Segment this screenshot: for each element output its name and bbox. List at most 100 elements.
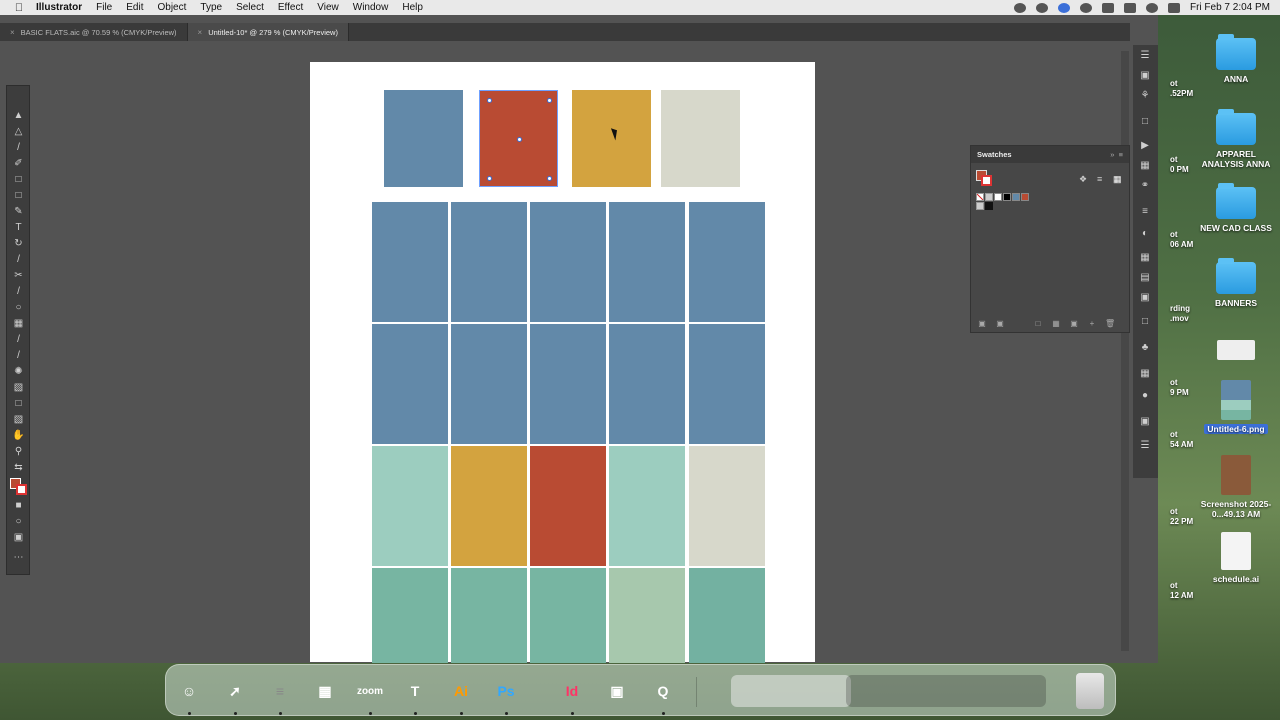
pen-tool-icon[interactable]: ✐ [12, 158, 25, 170]
desktop-folder-anna[interactable]: ANNA [1196, 34, 1276, 84]
desktop-screenshot[interactable]: Screenshot 2025-0...49.13 AM [1196, 455, 1276, 519]
graphic-styles-icon[interactable]: □ [1139, 317, 1151, 327]
dock-photoshop[interactable]: Ps [488, 673, 524, 709]
layers-icon[interactable]: ☰ [1139, 441, 1151, 451]
rectangle-tool-icon[interactable]: □ [12, 174, 25, 186]
grid-color-block[interactable] [451, 324, 527, 444]
actions-icon[interactable]: ▶ [1139, 141, 1151, 151]
dock-safari[interactable]: ➚ [217, 673, 253, 709]
more-tools-icon[interactable]: ⋯ [12, 552, 25, 564]
menu-app-name[interactable]: Illustrator [26, 2, 89, 13]
menu-select[interactable]: Select [229, 2, 271, 13]
color-swatch[interactable] [994, 193, 1002, 201]
blend-tool-icon[interactable]: / [12, 350, 25, 362]
color-swatch[interactable] [1021, 193, 1029, 201]
dock-recent-thumbnails[interactable] [731, 675, 851, 707]
close-tab-icon[interactable]: × [10, 28, 15, 37]
swatch-libraries-icon[interactable]: ▣ [977, 320, 987, 328]
slice-tool-icon[interactable]: ▧ [12, 414, 25, 426]
color-swatch[interactable] [1012, 193, 1020, 201]
grid-color-block[interactable] [372, 202, 448, 322]
close-tab-icon[interactable]: × [198, 28, 203, 37]
eraser-tool-icon[interactable]: / [12, 286, 25, 298]
grid-color-block[interactable] [530, 202, 606, 322]
add-swatch-group-icon[interactable]: ▣ [995, 320, 1005, 328]
record-icon[interactable] [1013, 2, 1026, 13]
zoom-status-icon[interactable] [1057, 2, 1070, 13]
dock-calculator[interactable]: ▦ [307, 673, 343, 709]
creative-cloud-icon[interactable] [1035, 2, 1048, 13]
clock[interactable]: Fri Feb 7 2:04 PM [1190, 2, 1270, 13]
menu-window[interactable]: Window [346, 2, 396, 13]
export-icon[interactable]: ▣ [1139, 417, 1151, 427]
dock-minimized-windows[interactable] [846, 675, 1046, 707]
drawing-mode-icon[interactable]: ○ [12, 516, 25, 528]
new-color-group-icon[interactable]: ▣ [1069, 320, 1079, 328]
grid-color-block[interactable] [372, 446, 448, 566]
free-transform-tool-icon[interactable]: ▦ [12, 318, 25, 330]
screen-mode-icon[interactable]: ▣ [12, 532, 25, 544]
tab-basic-flats[interactable]: × BASIC FLATS.aic @ 70.59 % (CMYK/Previe… [0, 23, 188, 41]
color-swatch-rect[interactable] [384, 90, 463, 187]
grid-color-block[interactable] [451, 568, 527, 663]
show-kinds-icon[interactable]: ❖ [1079, 174, 1089, 184]
dock-preview[interactable]: ▣ [599, 673, 635, 709]
desktop-folder-banners[interactable]: BANNERS [1196, 258, 1276, 308]
type-tool-icon[interactable]: T [12, 222, 25, 234]
selection-tool-icon[interactable]: ▲ [12, 110, 25, 122]
links-icon[interactable]: ⚭ [1139, 181, 1151, 191]
panel-stroke-swatch[interactable] [981, 175, 992, 186]
graph-tool-icon[interactable]: ▧ [12, 382, 25, 394]
stroke-color-swatch[interactable] [16, 484, 27, 495]
desktop-image-shoes[interactable] [1196, 340, 1276, 364]
desktop-folder-apparel[interactable]: APPAREL ANALYSIS ANNA [1196, 109, 1276, 169]
brush-tool-icon[interactable]: / [12, 254, 25, 266]
menu-effect[interactable]: Effect [271, 2, 310, 13]
artboards-icon[interactable]: □ [1139, 117, 1151, 127]
menu-type[interactable]: Type [193, 2, 229, 13]
swatch-options-icon[interactable]: □ [1033, 320, 1043, 328]
direct-selection-tool-icon[interactable]: △ [12, 126, 25, 138]
blob-tool-icon[interactable]: ○ [12, 302, 25, 314]
dock-teams[interactable]: T [397, 673, 433, 709]
symbols-icon[interactable]: ♣ [1139, 343, 1151, 353]
grid-color-block[interactable] [372, 324, 448, 444]
dock-zoom[interactable]: zoom [352, 673, 388, 709]
dock-indesign[interactable]: Id [554, 673, 590, 709]
pencil-tool-icon[interactable]: ✎ [12, 206, 25, 218]
grid-color-block[interactable] [451, 446, 527, 566]
align-icon[interactable]: ▦ [1139, 253, 1151, 263]
dock-finder[interactable]: ☺ [171, 673, 207, 709]
grid-color-block[interactable] [689, 568, 765, 663]
tab-untitled-10[interactable]: × Untitled-10* @ 279 % (CMYK/Preview) [187, 23, 349, 41]
menu-view[interactable]: View [310, 2, 346, 13]
grid-color-block[interactable] [609, 324, 685, 444]
battery-icon[interactable] [1101, 2, 1114, 13]
menu-file[interactable]: File [89, 2, 119, 13]
desktop-folder-new-cad[interactable]: NEW CAD CLASS [1196, 183, 1276, 233]
eyedropper-tool-icon[interactable]: / [12, 334, 25, 346]
grid-color-block[interactable] [372, 568, 448, 663]
stroke-panel-icon[interactable]: ≡ [1139, 207, 1151, 217]
swatch-group-icon[interactable] [976, 202, 984, 210]
grid-color-block[interactable] [530, 446, 606, 566]
shape-tool-icon[interactable]: □ [12, 190, 25, 202]
grid-color-block[interactable] [530, 324, 606, 444]
dock-illustrator[interactable]: Ai [443, 673, 479, 709]
grid-color-block[interactable] [609, 446, 685, 566]
trash-icon[interactable] [1076, 673, 1104, 709]
play-icon[interactable] [1079, 2, 1092, 13]
menu-edit[interactable]: Edit [119, 2, 150, 13]
hand-tool-icon[interactable]: ✋ [12, 430, 25, 442]
rotate-tool-icon[interactable]: ↻ [12, 238, 25, 250]
panel-menu-icon[interactable]: » ≡ [1110, 150, 1123, 159]
grid-color-block[interactable] [689, 446, 765, 566]
dock-quicktime[interactable]: Q [645, 673, 681, 709]
delete-swatch-icon[interactable]: 🗑 [1105, 320, 1115, 328]
zoom-tool-icon[interactable]: ⚲ [12, 446, 25, 458]
grid-color-block[interactable] [689, 324, 765, 444]
menu-object[interactable]: Object [150, 2, 193, 13]
scissors-tool-icon[interactable]: ✂ [12, 270, 25, 282]
color-swatch[interactable] [985, 202, 993, 210]
swap-colors-icon[interactable]: ⇆ [12, 462, 25, 474]
